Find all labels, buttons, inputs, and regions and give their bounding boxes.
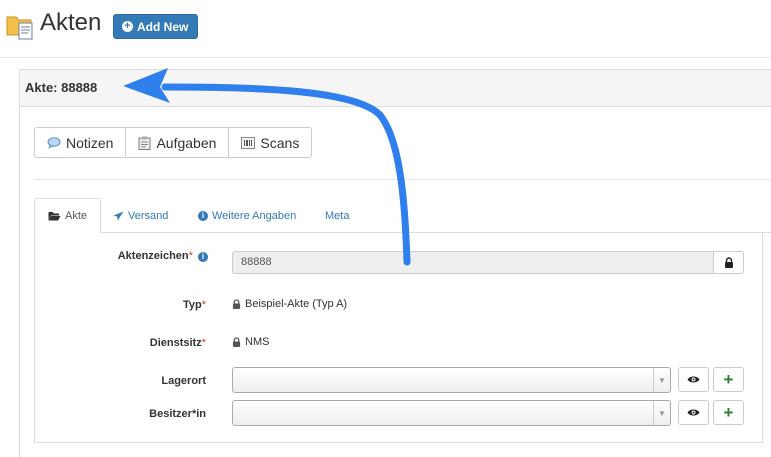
besitzer-view-button[interactable] xyxy=(678,400,709,425)
notizen-button[interactable]: Notizen xyxy=(34,127,127,158)
lock-icon xyxy=(724,257,733,268)
clipboard-icon xyxy=(138,136,151,150)
typ-value: Beispiel-Akte (Typ A) xyxy=(232,298,347,310)
add-new-button[interactable]: + Add New xyxy=(113,14,199,39)
paper-plane-icon xyxy=(113,211,124,220)
add-new-label: Add New xyxy=(137,19,189,34)
aufgaben-button[interactable]: Aufgaben xyxy=(125,127,230,158)
lock-icon xyxy=(232,337,241,347)
scans-label: Scans xyxy=(260,134,300,151)
tab-versand[interactable]: Versand xyxy=(100,198,181,233)
dienstsitz-label: Dienstsitz* xyxy=(149,337,206,349)
eye-icon xyxy=(687,376,700,383)
typ-label: Typ* xyxy=(182,299,206,311)
tab-versand-label: Versand xyxy=(128,209,169,222)
lagerort-label: Lagerort xyxy=(161,375,206,387)
chevron-down-icon: ▼ xyxy=(653,368,670,392)
eye-icon xyxy=(687,409,700,416)
page-header: Akten + Add New xyxy=(0,0,771,58)
lagerort-view-button[interactable] xyxy=(678,367,709,392)
tab-weitere-angaben[interactable]: i Weitere Angaben xyxy=(185,198,309,233)
barcode-icon xyxy=(241,136,256,149)
tab-weitere-angaben-label: Weitere Angaben xyxy=(212,209,297,222)
tab-akte[interactable]: Akte xyxy=(34,198,102,234)
tab-akte-label: Akte xyxy=(65,210,88,222)
folder-open-icon xyxy=(48,212,61,221)
besitzer-label: Besitzer*in xyxy=(149,408,206,420)
folder-document-icon xyxy=(6,16,33,40)
action-button-group: Notizen Aufgaben Scans xyxy=(34,127,313,158)
besitzer-add-button[interactable]: + xyxy=(713,400,744,425)
speech-bubble-icon xyxy=(47,136,61,149)
tab-meta[interactable]: Meta xyxy=(312,198,362,233)
besitzer-select[interactable]: ▼ xyxy=(232,400,671,426)
lock-button[interactable] xyxy=(713,251,744,274)
chevron-down-icon: ▼ xyxy=(653,401,670,425)
plus-circle-icon: + xyxy=(122,21,133,32)
scans-button[interactable]: Scans xyxy=(228,127,313,158)
divider xyxy=(34,179,771,180)
tab-bar: Akte Versand i Weitere Angaben Meta xyxy=(34,198,771,234)
plus-icon: + xyxy=(723,370,734,389)
aufgaben-label: Aufgaben xyxy=(156,134,217,151)
lagerort-add-button[interactable]: + xyxy=(713,367,744,392)
aktenzeichen-field[interactable]: 88888 xyxy=(232,251,714,274)
plus-icon: + xyxy=(723,403,734,422)
lagerort-select[interactable]: ▼ xyxy=(232,367,671,393)
info-circle-icon: i xyxy=(198,210,208,221)
dienstsitz-value: NMS xyxy=(232,336,269,348)
aktenzeichen-label: Aktenzeichen* i xyxy=(80,250,208,262)
tab-meta-label: Meta xyxy=(325,209,350,222)
info-circle-icon[interactable]: i xyxy=(198,252,208,262)
lock-icon xyxy=(232,299,241,309)
page-title: Akten xyxy=(40,9,102,36)
panel-heading: Akte: 88888 xyxy=(20,70,771,107)
notizen-label: Notizen xyxy=(66,134,114,151)
